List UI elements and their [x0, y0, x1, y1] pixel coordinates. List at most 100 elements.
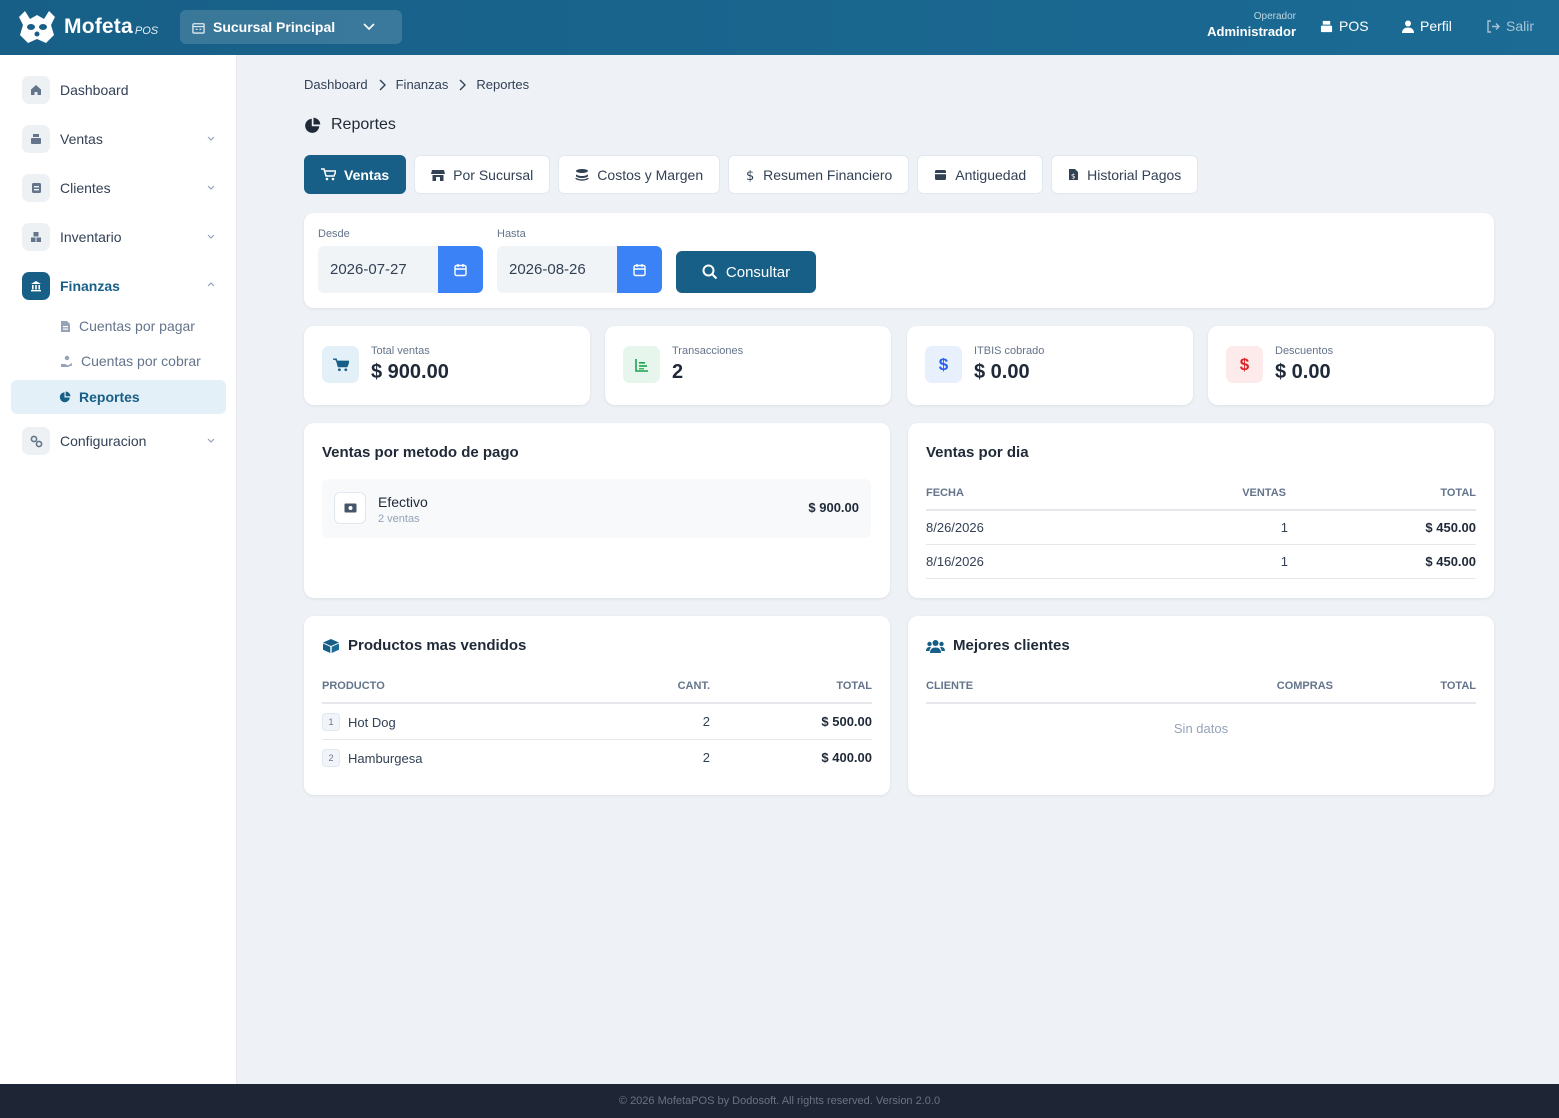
skunk-logo-icon — [19, 11, 55, 43]
building-icon — [192, 22, 205, 34]
breadcrumb-dashboard[interactable]: Dashboard — [304, 77, 368, 92]
tab-resumen-financiero[interactable]: $ Resumen Financiero — [728, 155, 910, 194]
dollar-icon: $ — [1226, 346, 1263, 383]
table-divider — [926, 509, 1476, 511]
sidebar-subitem-label: Cuentas por pagar — [79, 318, 195, 334]
chart-list-icon — [623, 346, 660, 383]
sidebar-subitem-reportes[interactable]: Reportes — [11, 380, 226, 414]
stat-label: Transacciones — [672, 345, 744, 357]
stat-card-transacciones: Transacciones 2 — [605, 326, 891, 405]
daily-sales-card: Ventas por dia Fecha Ventas Total 8/26/2… — [908, 423, 1494, 598]
rank-badge: 1 — [322, 713, 340, 731]
to-date-picker-button[interactable] — [617, 246, 662, 293]
svg-text:$: $ — [1071, 173, 1075, 181]
tab-label: Ventas — [344, 166, 390, 183]
sidebar-item-finanzas[interactable]: Finanzas — [22, 271, 216, 301]
stat-label: ITBIS cobrado — [974, 345, 1045, 357]
tab-antiguedad[interactable]: Antiguedad — [917, 155, 1044, 194]
consultar-label: Consultar — [725, 263, 791, 281]
sidebar-item-dashboard[interactable]: Dashboard — [22, 75, 216, 105]
operator-name: Administrador — [1207, 24, 1296, 39]
date-filter-card: Desde 2026-07-27 Hasta 2026-08-26 Consul… — [304, 213, 1494, 308]
sidebar-item-inventario[interactable]: Inventario — [22, 222, 216, 252]
tab-ventas[interactable]: Ventas — [304, 155, 407, 194]
column-header-producto: Producto — [322, 680, 385, 692]
calendar-icon — [633, 263, 646, 276]
tab-label: Costos y Margen — [597, 166, 704, 183]
column-header-total: Total — [1440, 680, 1476, 692]
table-divider — [926, 702, 1476, 704]
chevron-right-icon — [459, 79, 467, 90]
dollar-icon: $ — [746, 169, 754, 182]
cell-total: $ 400.00 — [821, 750, 872, 765]
operator-label: Operador — [1253, 11, 1296, 22]
stat-value: $ 0.00 — [1275, 361, 1331, 383]
from-date-field: 2026-07-27 — [318, 246, 483, 293]
consultar-button[interactable]: Consultar — [676, 251, 816, 293]
logout-link[interactable]: Salir — [1486, 18, 1534, 34]
table-divider — [926, 544, 1476, 545]
cell-total: $ 450.00 — [1425, 520, 1476, 535]
to-date-input[interactable]: 2026-08-26 — [497, 246, 617, 293]
chevron-down-icon — [207, 234, 215, 239]
profile-link-label: Perfil — [1420, 18, 1452, 34]
card-title: Productos mas vendidos — [322, 637, 526, 654]
stat-value: $ 0.00 — [974, 361, 1030, 383]
cell-qty: 2 — [702, 714, 710, 729]
register-icon — [1320, 20, 1333, 32]
user-icon — [1402, 20, 1414, 33]
tab-costos-y-margen[interactable]: Costos y Margen — [558, 155, 721, 194]
sidebar-item-clientes[interactable]: Clientes — [22, 173, 216, 203]
to-label: Hasta — [497, 228, 526, 240]
stat-value: $ 900.00 — [371, 361, 449, 383]
sidebar-item-label: Inventario — [60, 229, 122, 245]
to-date-field: 2026-08-26 — [497, 246, 662, 293]
payment-method-count: 2 ventas — [378, 513, 420, 525]
sidebar-item-configuracion[interactable]: Configuracion — [22, 426, 216, 456]
footer-text: © 2026 MofetaPOS by Dodosoft. All rights… — [618, 1095, 941, 1107]
hand-coin-icon — [61, 355, 72, 367]
cell-date: 8/16/2026 — [926, 554, 984, 569]
register-icon — [22, 125, 50, 153]
brand-name: Mofeta — [64, 15, 133, 38]
profile-link[interactable]: Perfil — [1402, 18, 1452, 34]
breadcrumb-reportes: Reportes — [476, 77, 530, 92]
chevron-down-icon — [363, 23, 375, 31]
cell-date: 8/26/2026 — [926, 520, 984, 535]
chevron-right-icon — [379, 79, 386, 90]
breadcrumb-finanzas[interactable]: Finanzas — [396, 77, 449, 92]
cell-sales: 1 — [1280, 554, 1288, 569]
from-date-picker-button[interactable] — [438, 246, 483, 293]
pos-link[interactable]: POS — [1320, 18, 1369, 34]
table-divider — [322, 702, 872, 704]
cell-product: Hot Dog — [348, 715, 396, 730]
cart-icon — [321, 168, 336, 181]
branch-name: Sucursal Principal — [213, 19, 336, 35]
column-header-cant: Cant. — [677, 680, 710, 692]
empty-state-text: Sin datos — [1173, 721, 1229, 736]
page-title-text: Reportes — [331, 116, 396, 133]
sidebar-subitem-cuentas-por-cobrar[interactable]: Cuentas por cobrar — [60, 353, 201, 369]
payment-methods-card: Ventas por metodo de pago Efectivo 2 ven… — [304, 423, 890, 598]
tab-por-sucursal[interactable]: Por Sucursal — [414, 155, 551, 194]
tab-label: Resumen Financiero — [763, 166, 893, 183]
column-header-fecha: Fecha — [926, 487, 964, 499]
stat-value: 2 — [672, 361, 684, 383]
sidebar: Dashboard Ventas Clientes Inventario Fin… — [0, 55, 237, 1084]
coins-icon — [575, 169, 589, 181]
payment-method-row: Efectivo 2 ventas $ 900.00 — [322, 479, 871, 538]
from-date-input[interactable]: 2026-07-27 — [318, 246, 438, 293]
sidebar-subitem-label: Cuentas por cobrar — [81, 353, 201, 369]
sidebar-item-ventas[interactable]: Ventas — [22, 124, 216, 154]
cell-product: Hamburgesa — [348, 751, 423, 766]
cash-icon — [334, 492, 366, 524]
calendar-icon — [935, 170, 947, 180]
tab-historial-pagos[interactable]: $ Historial Pagos — [1051, 155, 1199, 194]
sidebar-item-label: Configuracion — [60, 433, 147, 449]
card-title-text: Productos mas vendidos — [348, 637, 527, 654]
stat-card-total-ventas: Total ventas $ 900.00 — [304, 326, 590, 405]
brand-logo[interactable]: Mofeta POS — [16, 9, 158, 45]
home-icon — [22, 76, 50, 104]
sidebar-subitem-cuentas-por-pagar[interactable]: Cuentas por pagar — [60, 318, 195, 334]
branch-selector[interactable]: Sucursal Principal — [180, 10, 402, 44]
